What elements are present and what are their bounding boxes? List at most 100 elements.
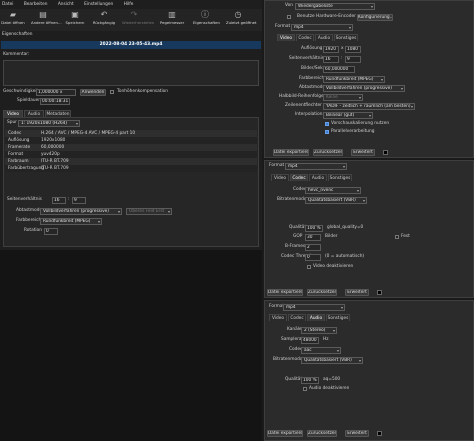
tab-misc[interactable]: Sonstiges	[334, 34, 358, 41]
speed-input[interactable]: 1,000000 x	[36, 89, 76, 96]
duration-input[interactable]: 00:00:18:31	[40, 98, 70, 105]
channels-select[interactable]: 2 (Stereo) ▾	[301, 327, 337, 334]
rate-mode-select[interactable]: Qualitätsbasiert (VBR) ▾	[301, 357, 363, 364]
from-select[interactable]: Wiedergabeliste ▾	[295, 3, 375, 10]
codec-select[interactable]: hevc_nvenc ▾	[305, 187, 361, 194]
redo-button[interactable]: ↷ Wiederherstellen	[122, 9, 154, 39]
aspect-height-input[interactable]: 9	[72, 197, 86, 204]
hw-encoder-checkbox[interactable]	[287, 15, 291, 19]
bframes-input[interactable]: 2	[305, 244, 321, 251]
advanced-button[interactable]: Erweitert	[345, 430, 369, 437]
resolution-label: Auflösung	[301, 46, 323, 51]
track-select[interactable]: 1: 1920x1080 (H264) ▾	[18, 120, 80, 127]
format-label: Format	[269, 163, 285, 168]
open-other-icon: ▤	[39, 10, 47, 19]
menu-hilfe[interactable]: Hilfe	[124, 2, 134, 7]
tab-codec[interactable]: Codec	[288, 314, 306, 321]
format-select[interactable]: mp4 ▾	[285, 163, 347, 170]
recent-button[interactable]: ◷ Zuletzt geöffnet	[226, 9, 257, 39]
advanced-color-swatch[interactable]	[377, 290, 382, 295]
rate-mode-select[interactable]: Qualitätsbasiert (VBR) ▾	[305, 197, 367, 204]
tab-audio[interactable]: Audio	[307, 314, 325, 321]
menu-bar: Datei Bearbeiten Ansicht Einstellungen H…	[2, 1, 142, 8]
range-label: Farbbereich	[16, 218, 42, 223]
range-select[interactable]: Rundfunkbreit (MPEG) ▾	[40, 218, 102, 225]
table-row: Farbraum ITU-R BT.709	[5, 158, 257, 165]
fixed-checkbox[interactable]	[395, 235, 399, 239]
preview-scaling-checkbox[interactable]	[325, 122, 329, 126]
fps-input[interactable]: 60,000000	[323, 66, 355, 73]
save-icon: ▣	[71, 10, 79, 19]
scan-select[interactable]: Vollbildverfahren (progressive) ▾	[40, 208, 122, 215]
menu-bearbeiten[interactable]: Bearbeiten	[24, 2, 48, 7]
codec-select[interactable]: aac ▾	[301, 347, 341, 354]
res-width-input[interactable]: 1920	[323, 46, 339, 53]
reset-button[interactable]: Zurücksetzen	[307, 289, 337, 296]
reset-button[interactable]: Zurücksetzen	[313, 149, 343, 156]
tab-video[interactable]: Video	[271, 174, 289, 181]
fixed-label: Fest	[401, 234, 410, 239]
recent-icon: ◷	[234, 10, 242, 19]
field-order-select[interactable]: Keine ▾	[323, 94, 363, 101]
meter-button[interactable]: ▥ Pegelmesser	[160, 9, 184, 39]
export-file-button[interactable]: Datei exportieren	[267, 430, 303, 437]
tab-codec[interactable]: Codec	[296, 34, 314, 41]
quality-input[interactable]: 100 %	[305, 225, 323, 232]
format-select[interactable]: mp4 ▾	[291, 24, 353, 31]
range-select[interactable]: Rundfunkbreit (MPEG) ▾	[323, 76, 385, 83]
deinterlace-select[interactable]: YADIF - zeitlich + räumlich (am besten) ▾	[323, 103, 415, 110]
export-file-button[interactable]: Datei exportieren	[273, 149, 309, 156]
advanced-button[interactable]: Erweitert	[345, 289, 369, 296]
table-row: Framerate 60,000000	[5, 144, 257, 151]
parallel-checkbox[interactable]	[325, 130, 329, 134]
format-select[interactable]: mp4 ▾	[283, 304, 345, 311]
quality-input[interactable]: 100 %	[301, 377, 319, 384]
advanced-button[interactable]: Erweitert	[351, 149, 375, 156]
aspect-width-input[interactable]: 16	[52, 197, 66, 204]
track-label: Spur	[7, 120, 17, 125]
export-file-button[interactable]: Datei exportieren	[267, 289, 303, 296]
advanced-color-swatch[interactable]	[383, 150, 388, 155]
redo-icon: ↷	[130, 10, 138, 19]
samplerate-input[interactable]: 48000	[301, 337, 319, 344]
undo-button[interactable]: ↶ Rückgängig	[92, 9, 116, 39]
pitch-checkbox[interactable]	[110, 90, 114, 94]
open-other-button[interactable]: ▤ Andere öffnen…	[31, 9, 62, 39]
comment-field[interactable]	[3, 60, 259, 86]
rotation-input[interactable]: 0	[44, 228, 58, 235]
field-order-select[interactable]: Oberes Feld Erst ▾	[126, 208, 172, 215]
tab-audio[interactable]: Audio	[309, 174, 327, 181]
properties-button[interactable]: ⓘ Eigenschaften	[193, 9, 220, 39]
menu-ansicht[interactable]: Ansicht	[58, 2, 74, 7]
apply-button[interactable]: Anwenden	[80, 89, 106, 96]
threads-input[interactable]: 0	[305, 254, 321, 261]
aspect-width-input[interactable]: 16	[323, 56, 339, 63]
from-label: Von	[285, 3, 293, 8]
advanced-color-swatch[interactable]	[377, 431, 382, 436]
reset-button[interactable]: Zurücksetzen	[307, 430, 337, 437]
menu-datei[interactable]: Datei	[2, 2, 13, 7]
tab-codec[interactable]: Codec	[290, 174, 308, 181]
save-button[interactable]: ▣ Speichern	[63, 9, 87, 39]
tab-audio[interactable]: Audio	[24, 110, 44, 117]
table-row: Auflösung 1920x1080	[5, 137, 257, 144]
disable-audio-checkbox[interactable]	[303, 387, 307, 391]
tab-metadata[interactable]: Metadaten	[45, 110, 71, 117]
quality-note: aq=500	[323, 377, 341, 382]
interpolation-select[interactable]: Bilinear (gut) ▾	[323, 112, 373, 119]
tab-video[interactable]: Video	[3, 110, 23, 117]
scan-select[interactable]: Vollbildverfahren (progressive) ▾	[323, 85, 405, 92]
res-height-input[interactable]: 1080	[345, 46, 361, 53]
aspect-height-input[interactable]: 9	[345, 56, 361, 63]
tab-misc[interactable]: Sonstiges	[328, 174, 352, 181]
tab-video[interactable]: Video	[277, 34, 295, 41]
gop-input[interactable]: 30	[305, 234, 321, 241]
tab-misc[interactable]: Sonstiges	[326, 314, 350, 321]
menu-einstellungen[interactable]: Einstellungen	[84, 2, 113, 7]
tab-audio[interactable]: Audio	[315, 34, 333, 41]
hw-encoder-label: Benutze Hardware-Encoder	[297, 14, 356, 19]
configure-button[interactable]: Konfigurierung…	[357, 14, 393, 21]
tab-video[interactable]: Video	[269, 314, 287, 321]
field-order-label: Halbbild-Reihenfolge	[279, 94, 324, 99]
disable-video-checkbox[interactable]	[307, 265, 311, 269]
